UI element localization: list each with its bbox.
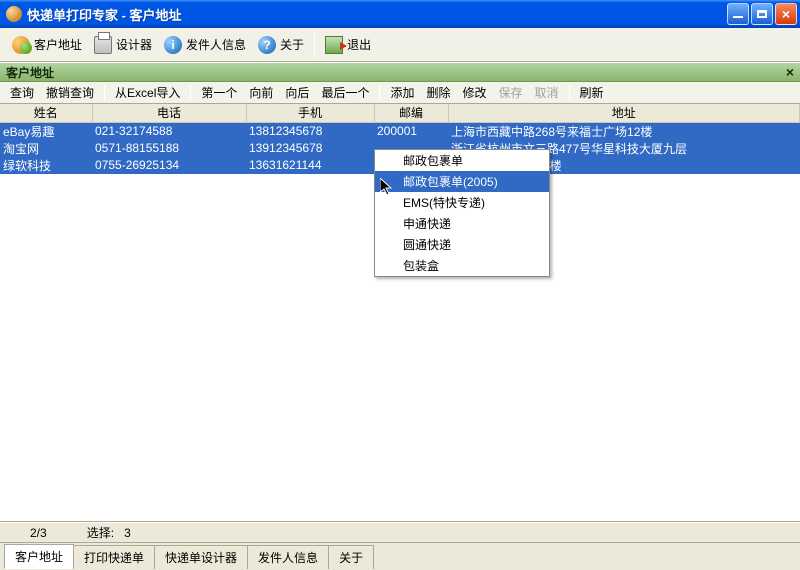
context-menu[interactable]: 邮政包裹单邮政包裹单(2005)EMS(特快专递)申通快递圆通快递包装盒	[374, 149, 550, 277]
cell-mobile[interactable]: 13812345678	[246, 122, 374, 140]
cell-phone[interactable]: 0755-26925134	[92, 157, 246, 174]
about-button[interactable]: ? 关于	[252, 33, 310, 57]
toolbar-separator	[314, 33, 315, 57]
maximize-button[interactable]	[751, 3, 773, 25]
selection-label: 选择:	[87, 526, 114, 540]
last-button[interactable]: 最后一个	[315, 82, 375, 103]
close-button[interactable]: ×	[775, 3, 797, 25]
refresh-button[interactable]: 刷新	[574, 82, 610, 103]
delete-button[interactable]: 删除	[420, 82, 456, 103]
first-button[interactable]: 第一个	[195, 82, 243, 103]
info-icon: i	[164, 36, 182, 54]
tab-2[interactable]: 快递单设计器	[154, 545, 248, 569]
printer-icon	[94, 36, 112, 54]
col-name[interactable]: 姓名	[0, 104, 92, 122]
tab-4[interactable]: 关于	[328, 545, 374, 569]
panel-title: 客户地址	[6, 64, 54, 81]
sender-label: 发件人信息	[186, 36, 246, 53]
context-menu-item[interactable]: 邮政包裹单(2005)	[375, 171, 549, 192]
context-menu-item[interactable]: EMS(特快专递)	[375, 192, 549, 213]
query-button[interactable]: 查询	[4, 82, 40, 103]
prev-button[interactable]: 向前	[243, 82, 279, 103]
panel-close-button[interactable]: ×	[786, 64, 794, 80]
save-button: 保存	[493, 82, 529, 103]
window-title: 快递单打印专家 - 客户地址	[27, 5, 727, 24]
context-menu-item[interactable]: 邮政包裹单	[375, 150, 549, 171]
sender-info-button[interactable]: i 发件人信息	[158, 33, 252, 57]
undo-query-button[interactable]: 撤销查询	[40, 82, 100, 103]
separator	[569, 85, 570, 101]
cell-name[interactable]: eBay易趣	[0, 122, 92, 140]
designer-button[interactable]: 设计器	[88, 33, 158, 57]
customer-address-button[interactable]: 客户地址	[6, 33, 88, 57]
col-zip[interactable]: 邮编	[374, 104, 448, 122]
cell-mobile[interactable]: 13631621144	[246, 157, 374, 174]
sub-toolbar: 查询 撤销查询 从Excel导入 第一个 向前 向后 最后一个 添加 删除 修改…	[0, 82, 800, 104]
selection-count: 3	[124, 526, 131, 540]
import-excel-button[interactable]: 从Excel导入	[109, 82, 186, 103]
separator	[104, 85, 105, 101]
customer-label: 客户地址	[34, 36, 82, 53]
context-menu-item[interactable]: 圆通快递	[375, 234, 549, 255]
col-phone[interactable]: 电话	[92, 104, 246, 122]
panel-header: 客户地址 ×	[0, 62, 800, 82]
add-button[interactable]: 添加	[384, 82, 420, 103]
table-row[interactable]: eBay易趣021-3217458813812345678200001上海市西藏…	[0, 122, 800, 140]
tab-1[interactable]: 打印快递单	[73, 545, 155, 569]
cell-address[interactable]: 上海市西藏中路268号来福士广场12楼	[448, 122, 800, 140]
about-label: 关于	[280, 36, 304, 53]
col-address[interactable]: 地址	[448, 104, 800, 122]
cell-name[interactable]: 淘宝网	[0, 140, 92, 157]
table-header-row: 姓名 电话 手机 邮编 地址	[0, 104, 800, 122]
tab-0[interactable]: 客户地址	[4, 544, 74, 569]
selection-indicator: 选择: 3	[87, 524, 131, 541]
page-indicator: 2/3	[30, 526, 47, 540]
exit-button[interactable]: 退出	[319, 33, 377, 57]
col-mobile[interactable]: 手机	[246, 104, 374, 122]
cell-phone[interactable]: 021-32174588	[92, 122, 246, 140]
users-icon	[12, 36, 30, 54]
designer-label: 设计器	[116, 36, 152, 53]
cell-phone[interactable]: 0571-88155188	[92, 140, 246, 157]
title-bar: 快递单打印专家 - 客户地址 ×	[0, 0, 800, 28]
window-controls: ×	[727, 3, 797, 25]
status-bar: 2/3 选择: 3	[0, 522, 800, 542]
separator	[379, 85, 380, 101]
context-menu-item[interactable]: 申通快递	[375, 213, 549, 234]
main-toolbar: 客户地址 设计器 i 发件人信息 ? 关于 退出	[0, 28, 800, 62]
separator	[190, 85, 191, 101]
cell-zip[interactable]: 200001	[374, 122, 448, 140]
minimize-button[interactable]	[727, 3, 749, 25]
exit-label: 退出	[347, 36, 371, 53]
bottom-tabs: 客户地址打印快递单快递单设计器发件人信息关于	[0, 542, 800, 568]
edit-button[interactable]: 修改	[456, 82, 492, 103]
app-icon	[6, 6, 22, 22]
exit-icon	[325, 36, 343, 54]
help-icon: ?	[258, 36, 276, 54]
next-button[interactable]: 向后	[279, 82, 315, 103]
cell-mobile[interactable]: 13912345678	[246, 140, 374, 157]
cancel-button: 取消	[529, 82, 565, 103]
cell-name[interactable]: 绿软科技	[0, 157, 92, 174]
tab-3[interactable]: 发件人信息	[247, 545, 329, 569]
context-menu-item[interactable]: 包装盒	[375, 255, 549, 276]
